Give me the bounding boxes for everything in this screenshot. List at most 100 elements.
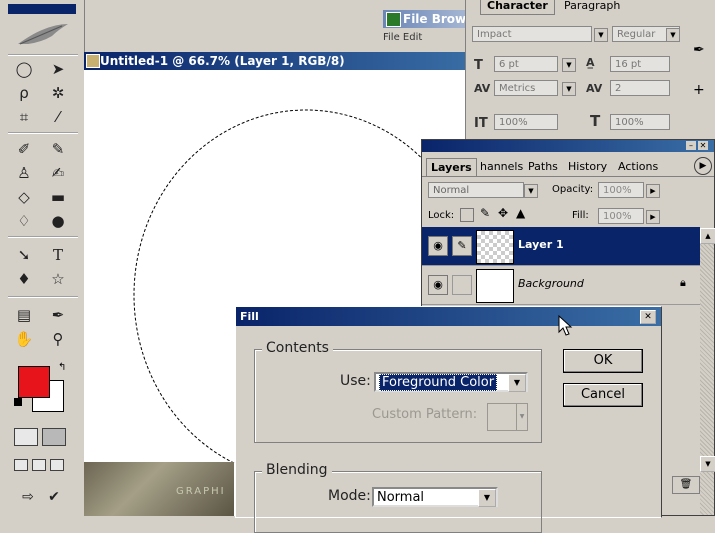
cancel-button[interactable]: Cancel [563,383,643,407]
blend-mode-select[interactable]: Normal [428,182,524,198]
toolbox-divider [8,132,78,134]
close-icon[interactable]: ✕ [698,141,708,150]
vertical-scale-field[interactable]: 100% [494,114,558,130]
link-slot[interactable] [452,275,472,295]
crosshair-icon[interactable]: + [693,82,705,98]
layer-name[interactable]: Layer 1 [518,238,564,251]
quick-mask-mode-icon[interactable] [42,428,66,446]
layer-row[interactable]: ◉ ✎ Layer 1 [422,227,700,266]
crop-tool-icon[interactable]: ⌗ [8,106,40,128]
kerning-dropdown-icon[interactable]: ▼ [562,82,576,96]
eyedropper-tool-icon[interactable]: ✒ [42,304,74,326]
fill-slider-icon[interactable]: ▶ [646,210,660,224]
use-select[interactable]: Foreground Color ▼ [374,372,528,392]
kerning-field[interactable]: Metrics [494,80,558,96]
tab-actions[interactable]: Actions [618,158,658,175]
ok-button[interactable]: OK [563,349,643,373]
tab-paths[interactable]: Paths [528,158,558,175]
zoom-tool-icon[interactable]: ⚲ [42,328,74,350]
hand-tool-icon[interactable]: ✋ [8,328,40,350]
opacity-field[interactable]: 100% [598,182,644,198]
use-dropdown-icon[interactable]: ▼ [508,374,526,392]
path-selection-tool-icon[interactable]: ➘ [8,244,40,266]
standard-mode-icon[interactable] [14,428,38,446]
fill-field[interactable]: 100% [598,208,644,224]
lock-all-icon[interactable]: ▲ [516,206,525,220]
file-browser-menu[interactable]: File Edit [383,32,422,43]
tab-character[interactable]: Character [480,0,555,15]
layers-panel-titlebar[interactable] [422,140,714,152]
character-panel: Character Paragraph Impact ▼ Regular ▼ T… [465,0,686,140]
swap-colors-icon[interactable]: ↰ [58,362,66,373]
mode-label: Mode: [328,488,371,504]
screen-mode-standard-icon[interactable] [14,459,28,471]
pen-tool-icon[interactable]: ♦ [8,268,40,290]
type-tool-icon[interactable]: T [42,244,74,266]
tab-layers[interactable]: Layers [426,158,477,176]
default-colors-icon[interactable] [14,398,22,406]
slice-tool-icon[interactable]: ⁄ [42,106,74,128]
font-size-dropdown-icon[interactable]: ▼ [562,58,576,72]
custom-pattern-dropdown-icon[interactable]: ▼ [516,403,528,431]
minimize-icon[interactable]: – [686,141,696,150]
visibility-eye-icon[interactable]: ◉ [428,275,448,295]
blend-mode-dropdown-icon[interactable]: ▼ [524,184,538,198]
blending-label: Blending [262,462,332,478]
toolbox-titlebar[interactable] [8,4,76,14]
layer-thumbnail[interactable] [476,230,514,264]
close-icon[interactable]: ✕ [640,310,656,324]
scroll-down-icon[interactable]: ▼ [700,456,715,472]
clone-stamp-tool-icon[interactable]: ♙ [8,162,40,184]
horizontal-scale-field[interactable]: 100% [610,114,670,130]
lock-image-icon[interactable]: ✎ [480,206,490,220]
brush-tool-icon[interactable]: ✎ [42,138,74,160]
font-size-field[interactable]: 6 pt [494,56,558,72]
lasso-tool-icon[interactable]: ρ [8,82,40,104]
layer-thumbnail[interactable] [476,269,514,303]
move-tool-icon[interactable]: ➤ [42,58,74,80]
fill-dialog-title[interactable]: Fill [236,307,661,326]
pen-icon[interactable]: ✒ [693,42,705,58]
history-brush-tool-icon[interactable]: ✍ [42,162,74,184]
fill-label: Fill: [572,210,589,221]
mode-select[interactable]: Normal ▼ [372,487,498,507]
leading-field[interactable]: 16 pt [610,56,670,72]
tab-history[interactable]: History [568,158,607,175]
font-style-dropdown-icon[interactable]: ▼ [666,28,680,42]
layer-row[interactable]: ◉ Background 🔒︎ [422,266,700,305]
lock-position-icon[interactable]: ✥ [498,206,508,220]
feather-logo-icon[interactable] [12,20,72,48]
notes-tool-icon[interactable]: ▤ [8,304,40,326]
marquee-tool-icon[interactable]: ◯ [8,58,40,80]
document-icon [86,54,100,68]
file-browser-window[interactable]: File Brow File Edit [383,10,469,43]
brush-link-icon[interactable]: ✎ [452,236,472,256]
custom-shape-tool-icon[interactable]: ☆ [42,268,74,290]
dodge-tool-icon[interactable]: ● [42,210,74,232]
layer-name[interactable]: Background [518,277,584,290]
blur-tool-icon[interactable]: ♢ [8,210,40,232]
delete-layer-icon[interactable]: 🗑︎ [672,476,700,494]
opacity-slider-icon[interactable]: ▶ [646,184,660,198]
visibility-eye-icon[interactable]: ◉ [428,236,448,256]
foreground-color-swatch[interactable] [18,366,50,398]
panel-menu-icon[interactable]: ▶ [694,157,712,175]
eraser-tool-icon[interactable]: ◇ [8,186,40,208]
custom-pattern-swatch[interactable] [487,403,517,431]
tracking-field[interactable]: 2 [610,80,670,96]
scroll-up-icon[interactable]: ▲ [700,228,715,244]
magic-wand-tool-icon[interactable]: ✲ [42,82,74,104]
contents-label: Contents [262,340,333,356]
gradient-tool-icon[interactable]: ▬ [42,186,74,208]
tab-channels[interactable]: hannels [480,158,523,175]
document-title[interactable]: Untitled-1 @ 66.7% (Layer 1, RGB/8) [84,52,476,70]
screen-mode-fullmenu-icon[interactable] [32,459,46,471]
screen-mode-full-icon[interactable] [50,459,64,471]
mode-dropdown-icon[interactable]: ▼ [478,489,496,507]
font-family-dropdown-icon[interactable]: ▼ [594,28,608,42]
edit-in-imageready-icon[interactable]: ✔ [38,486,70,508]
healing-brush-tool-icon[interactable]: ✐ [8,138,40,160]
tab-paragraph[interactable]: Paragraph [558,0,626,14]
lock-transparency-icon[interactable] [460,208,474,222]
font-family-field[interactable]: Impact [472,26,592,42]
